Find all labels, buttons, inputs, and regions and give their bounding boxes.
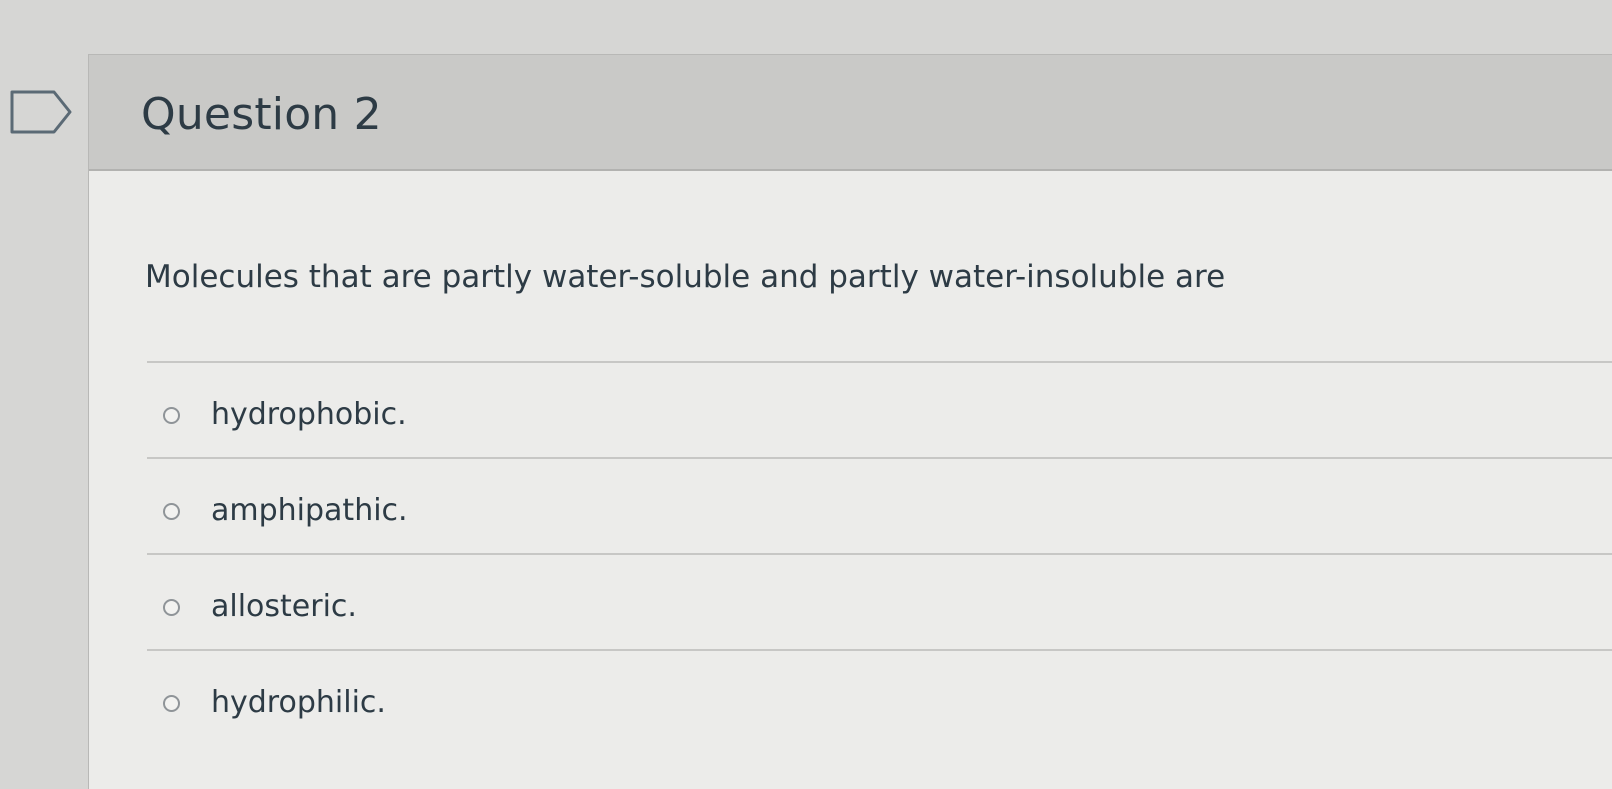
question-text: Molecules that are partly water-soluble … — [145, 259, 1226, 295]
answer-option-hydrophilic[interactable]: hydrophilic. — [147, 649, 1612, 745]
flag-question-icon[interactable] — [10, 90, 72, 134]
question-header: Question 2 — [89, 55, 1612, 171]
radio-button-icon[interactable] — [163, 407, 180, 424]
radio-button-icon[interactable] — [163, 695, 180, 712]
answer-list: hydrophobic. amphipathic. allosteric. hy… — [147, 361, 1612, 745]
answer-label[interactable]: allosteric. — [211, 589, 357, 624]
answer-label[interactable]: hydrophobic. — [211, 397, 407, 432]
radio-button-icon[interactable] — [163, 503, 180, 520]
answer-option-hydrophobic[interactable]: hydrophobic. — [147, 361, 1612, 457]
radio-button-icon[interactable] — [163, 599, 180, 616]
answer-option-allosteric[interactable]: allosteric. — [147, 553, 1612, 649]
answer-option-amphipathic[interactable]: amphipathic. — [147, 457, 1612, 553]
answer-label[interactable]: amphipathic. — [211, 493, 408, 528]
question-title: Question 2 — [141, 89, 382, 140]
question-card: Question 2 Molecules that are partly wat… — [88, 54, 1612, 789]
answer-label[interactable]: hydrophilic. — [211, 685, 386, 720]
